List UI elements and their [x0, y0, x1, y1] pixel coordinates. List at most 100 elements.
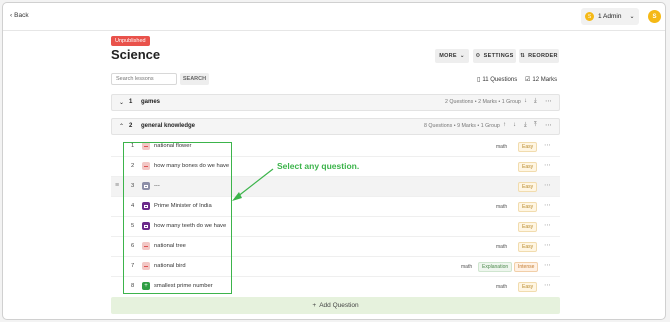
question-text: how many bones do we have [154, 163, 230, 169]
more-options-icon[interactable]: ⋯ [545, 121, 552, 129]
question-row[interactable]: 6 national tree math Easy ⋯ [111, 237, 560, 257]
question-text: national tree [154, 243, 186, 249]
drag-handle-icon[interactable]: ≡ [115, 182, 119, 189]
multiple-choice-icon [142, 202, 150, 210]
tag-difficulty: Easy [518, 202, 538, 212]
question-number: 7 [131, 263, 135, 269]
status-badge: Unpublished [111, 36, 150, 46]
media-question-icon [142, 182, 150, 190]
move-down-icon[interactable]: ↓ [524, 98, 527, 104]
settings-button[interactable]: ⚙ SETTINGS [473, 49, 516, 63]
text-question-icon [142, 262, 150, 270]
tag-difficulty: Easy [518, 142, 538, 152]
more-options-icon[interactable]: ⋯ [544, 221, 551, 229]
question-number: 1 [131, 143, 135, 149]
tag-difficulty: Easy [518, 282, 538, 292]
section-name: games [141, 99, 161, 105]
reorder-icon: ⇅ [520, 53, 526, 59]
section-number: 2 [129, 123, 133, 129]
move-top-icon[interactable]: ⤒ [534, 122, 537, 129]
section-name: general knowledge [141, 123, 196, 129]
tag-difficulty: Easy [518, 182, 538, 192]
search-button[interactable]: SEARCH [180, 73, 209, 85]
plus-icon: + [312, 302, 317, 309]
checkbox-icon: ☑ [525, 77, 531, 83]
search-input[interactable] [111, 73, 177, 85]
text-question-icon [142, 142, 150, 150]
reorder-button[interactable]: ⇅ REORDER [519, 49, 559, 63]
question-text: how many teeth do we have [154, 223, 227, 229]
top-bar: ‹ Back S 1 Admin ⌄ S [3, 3, 665, 31]
question-text: Prime Minister of India [154, 203, 212, 209]
tag-difficulty: Intense [514, 262, 539, 272]
admin-switcher[interactable]: S 1 Admin ⌄ [581, 8, 639, 25]
move-up-icon[interactable]: ↑ [503, 122, 506, 128]
text-question-icon [142, 162, 150, 170]
app-frame: ‹ Back S 1 Admin ⌄ S Unpublished Science… [2, 2, 666, 320]
admin-label: 1 Admin [598, 13, 622, 20]
questions-stat: ▯ 11 Questions [477, 76, 518, 84]
question-row[interactable]: 8 + smallest prime number math Easy ⋯ [111, 277, 560, 297]
move-down-icon[interactable]: ↓ [513, 122, 516, 128]
more-options-icon[interactable]: ⋯ [544, 201, 551, 209]
reorder-label: REORDER [528, 53, 558, 59]
text-question-icon [142, 242, 150, 250]
book-icon: ▯ [477, 77, 481, 83]
more-options-icon[interactable]: ⋯ [544, 141, 551, 149]
more-options-icon[interactable]: ⋯ [544, 261, 551, 269]
marks-stat: ☑ 12 Marks [525, 76, 557, 84]
gear-icon: ⚙ [475, 53, 481, 59]
question-number: 2 [131, 163, 135, 169]
question-text: --- [154, 183, 160, 189]
back-link[interactable]: ‹ Back [10, 12, 29, 19]
chevron-down-icon: ⌄ [629, 14, 635, 20]
question-text: national flower [154, 143, 192, 149]
avatar[interactable]: S [648, 10, 661, 23]
add-question-label: Add Question [319, 302, 359, 309]
tag-difficulty: Easy [518, 162, 538, 172]
more-options-icon[interactable]: ⋯ [545, 97, 552, 105]
question-text: national bird [154, 263, 186, 269]
admin-dot: S [585, 12, 594, 21]
question-row[interactable]: 5 how many teeth do we have Easy ⋯ [111, 217, 560, 237]
settings-label: SETTINGS [483, 53, 514, 59]
more-options-icon[interactable]: ⋯ [544, 281, 551, 289]
tag-math: math [461, 264, 473, 270]
move-bottom-icon[interactable]: ⤓ [524, 122, 527, 129]
more-label: MORE [439, 53, 457, 59]
question-number: 5 [131, 223, 135, 229]
tag-math: math [496, 284, 508, 290]
question-number: 3 [131, 183, 135, 189]
question-row[interactable]: 1 national flower math Easy ⋯ [111, 137, 560, 157]
question-row[interactable]: 4 Prime Minister of India math Easy ⋯ [111, 197, 560, 217]
section-number: 1 [129, 99, 133, 105]
annotation-label: Select any question. [277, 161, 360, 171]
move-bottom-icon[interactable]: ⤓ [534, 98, 537, 105]
chevron-down-icon[interactable]: ⌄ [119, 99, 124, 106]
question-row[interactable]: ≡ 3 --- Easy ⋯ [111, 177, 560, 197]
question-number: 6 [131, 243, 135, 249]
more-options-icon[interactable]: ⋯ [544, 241, 551, 249]
tag-explanation: Explanation [478, 262, 513, 272]
question-number: 8 [131, 283, 135, 289]
add-question-button[interactable]: + Add Question [111, 297, 560, 314]
more-options-icon[interactable]: ⋯ [544, 161, 551, 169]
section-general-knowledge[interactable]: ⌃ 2 general knowledge 8 Questions • 9 Ma… [111, 118, 560, 135]
section-games[interactable]: ⌄ 1 games 2 Questions • 2 Marks • 1 Grou… [111, 94, 560, 111]
questions-stat-label: 11 Questions [482, 76, 518, 83]
back-label: Back [14, 12, 29, 19]
question-number: 4 [131, 203, 135, 209]
question-text: smallest prime number [154, 283, 213, 289]
section-meta: 2 Questions • 2 Marks • 1 Group [445, 99, 521, 105]
tag-difficulty: Easy [518, 242, 538, 252]
chevron-up-icon[interactable]: ⌃ [119, 123, 124, 130]
chevron-left-icon: ‹ [10, 12, 13, 19]
numeric-question-icon: + [142, 282, 150, 290]
tag-math: math [496, 244, 508, 250]
page-title: Science [111, 47, 161, 62]
question-row[interactable]: 7 national bird math Explanation Intense… [111, 257, 560, 277]
more-options-icon[interactable]: ⋯ [544, 181, 551, 189]
tag-math: math [496, 144, 508, 150]
more-button[interactable]: MORE ⌄ [435, 49, 469, 63]
tag-math: math [496, 204, 508, 210]
